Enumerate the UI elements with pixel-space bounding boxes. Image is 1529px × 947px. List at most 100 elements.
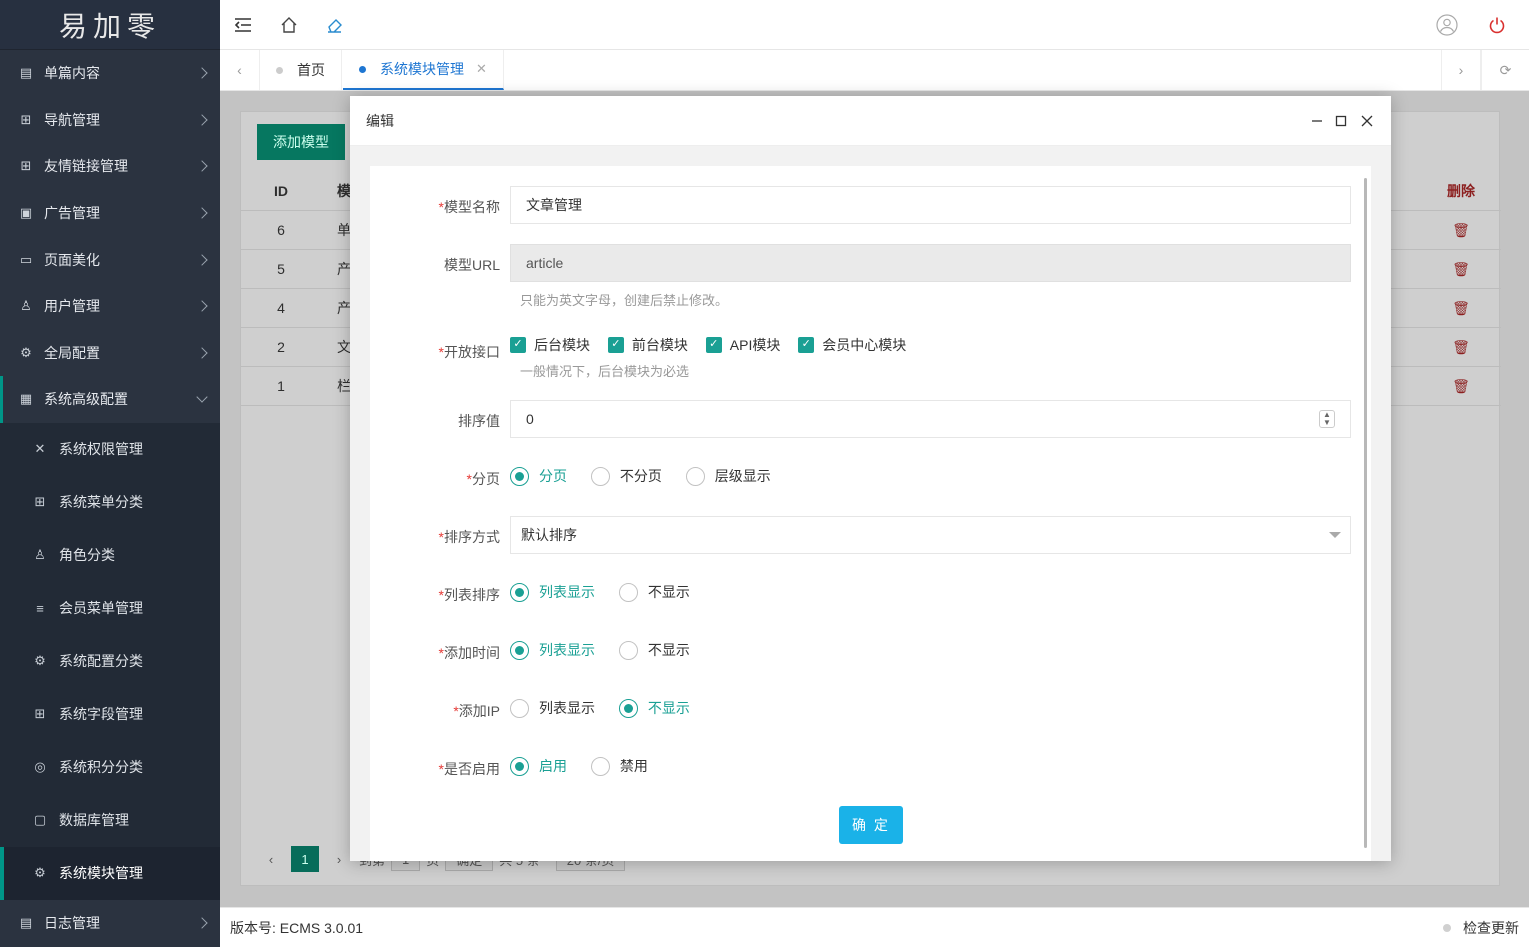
checkbox-backend-module[interactable]: ✓ 后台模块 xyxy=(510,335,590,355)
field-label: *列表排序 xyxy=(438,587,500,603)
field-label: *添加时间 xyxy=(438,645,500,661)
modal-body: *模型名称 文章管理 模型URL article 只能为英文字母，创建后禁止修改… xyxy=(350,146,1391,861)
eraser-icon[interactable] xyxy=(324,14,346,36)
sidebar-item-links[interactable]: ⊞ 友情链接管理 xyxy=(0,143,220,190)
radio-hierarchy[interactable]: 层级显示 xyxy=(685,466,771,486)
sidebar-item-label: 友情链接管理 xyxy=(44,158,128,175)
maximize-icon[interactable] xyxy=(1332,112,1350,130)
order-method-select[interactable]: 默认排序 xyxy=(510,516,1351,554)
sidebar-sub-modules[interactable]: ⚙ 系统模块管理 xyxy=(0,846,220,900)
sidebar-item-single-content[interactable]: ▤ 单篇内容 xyxy=(0,50,220,97)
sidebar-sub-permissions[interactable]: ✕ 系统权限管理 xyxy=(0,423,220,476)
sidebar-sub-label: 系统模块管理 xyxy=(59,865,143,882)
close-icon[interactable]: ✕ xyxy=(476,61,487,77)
sidebar-item-ads[interactable]: ▣ 广告管理 xyxy=(0,190,220,237)
trash-icon[interactable]: 🗑 xyxy=(1421,300,1501,317)
trash-icon[interactable]: 🗑 xyxy=(1421,222,1501,239)
stepper-icon[interactable]: ▲ ▼ xyxy=(1319,410,1335,428)
document-icon: ▤ xyxy=(19,65,33,81)
sidebar-sub-database[interactable]: ▢ 数据库管理 xyxy=(0,794,220,847)
tab-dot xyxy=(359,65,366,73)
sidebar-sub-config-category[interactable]: ⚙ 系统配置分类 xyxy=(0,635,220,688)
checkbox-api-module[interactable]: ✓ API模块 xyxy=(705,335,780,355)
field-label: 模型URL xyxy=(443,257,500,273)
tab-next-icon[interactable]: › xyxy=(1441,50,1481,90)
radio-no-paging[interactable]: 不分页 xyxy=(590,466,662,486)
close-icon[interactable] xyxy=(1358,112,1376,130)
chevron-right-icon xyxy=(196,254,208,266)
power-icon[interactable] xyxy=(1486,14,1508,36)
radio-list-sort-show[interactable]: 列表显示 xyxy=(510,582,595,602)
radio-list-sort-hide[interactable]: 不显示 xyxy=(618,582,690,602)
sidebar-sub-label: 会员菜单管理 xyxy=(59,600,143,617)
layout-icon: ▭ xyxy=(19,251,33,267)
menu-toggle-icon[interactable] xyxy=(232,14,254,36)
sidebar-nav: ▤ 单篇内容 ⊞ 导航管理 ⊞ 友情链接管理 ▣ 广告管理 ▭ 页面美化 ♙ 用户管理 ⚙ 全… xyxy=(0,50,220,423)
radio-enable[interactable]: 启用 xyxy=(510,756,567,776)
chevron-right-icon xyxy=(196,917,208,929)
field-label: *分页 xyxy=(466,471,500,487)
page-next-icon[interactable]: › xyxy=(325,846,353,872)
gear-icon: ⚙ xyxy=(34,653,46,669)
chevron-right-icon xyxy=(196,160,208,173)
status-dot xyxy=(1443,923,1451,932)
cell-id: 1 xyxy=(277,378,285,394)
confirm-button[interactable]: 确 定 xyxy=(839,806,903,844)
check-update-link[interactable]: 检查更新 xyxy=(1443,918,1519,938)
trash-icon[interactable]: 🗑 xyxy=(1421,378,1501,395)
radio-add-time-hide[interactable]: 不显示 xyxy=(618,640,690,660)
radio-paging[interactable]: 分页 xyxy=(510,466,567,486)
checkbox-member-module[interactable]: ✓ 会员中心模块 xyxy=(798,335,906,355)
page-current[interactable]: 1 xyxy=(291,846,319,872)
sidebar-item-global-config[interactable]: ⚙ 全局配置 xyxy=(0,330,220,377)
tab-home[interactable]: 首页 xyxy=(260,50,342,90)
trash-icon[interactable]: 🗑 xyxy=(1421,261,1501,278)
radio-add-time-show[interactable]: 列表显示 xyxy=(510,640,595,660)
radio-add-ip-show[interactable]: 列表显示 xyxy=(510,698,595,718)
chevron-down-icon xyxy=(196,391,208,404)
chevron-right-icon xyxy=(196,347,208,359)
sidebar-item-label: 全局配置 xyxy=(44,344,100,361)
sidebar-sub-roles[interactable]: ♙ 角色分类 xyxy=(0,529,220,582)
page-prev-icon[interactable]: ‹ xyxy=(257,846,285,872)
sidebar-sub-points[interactable]: ◎ 系统积分分类 xyxy=(0,741,220,794)
sidebar-item-logs[interactable]: ▤ 日志管理 xyxy=(0,900,220,947)
app-root: 易加零 ▤ 单篇内容 ⊞ 导航管理 ⊞ 友情链接管理 ▣ 广告管理 ▭ 页面美化 ♙ 用户管… xyxy=(0,0,1529,947)
trash-icon[interactable]: 🗑 xyxy=(1421,339,1501,356)
tab-module-management[interactable]: 系统模块管理 ✕ xyxy=(343,50,504,90)
user-icon: ♙ xyxy=(20,298,32,314)
sidebar-sub-fields[interactable]: ⊞ 系统字段管理 xyxy=(0,688,220,741)
cell-id: 2 xyxy=(277,339,285,355)
add-model-button[interactable]: 添加模型 xyxy=(257,124,345,160)
sidebar-sub-menu-category[interactable]: ⊞ 系统菜单分类 xyxy=(0,476,220,529)
model-url-input: article xyxy=(510,244,1351,282)
chevron-right-icon xyxy=(196,67,208,79)
col-delete-header: 删除 xyxy=(1447,183,1475,199)
chevron-down-icon xyxy=(1329,532,1341,538)
model-name-input[interactable]: 文章管理 xyxy=(510,186,1351,224)
tab-prev-icon[interactable]: ‹ xyxy=(220,50,260,90)
sidebar-item-advanced-config[interactable]: ▦ 系统高级配置 xyxy=(0,376,220,423)
check-icon: ✓ xyxy=(705,336,722,353)
radio-disable[interactable]: 禁用 xyxy=(590,756,648,776)
refresh-icon[interactable]: ⟳ xyxy=(1481,50,1529,90)
radio-add-ip-hide[interactable]: 不显示 xyxy=(618,698,690,718)
sidebar-item-beautify[interactable]: ▭ 页面美化 xyxy=(0,236,220,283)
user-avatar-icon[interactable] xyxy=(1436,14,1458,36)
sidebar-item-label: 系统高级配置 xyxy=(44,391,128,408)
sidebar-item-nav[interactable]: ⊞ 导航管理 xyxy=(0,97,220,144)
grid-icon: ⊞ xyxy=(34,706,46,722)
sidebar-submenu: ✕ 系统权限管理 ⊞ 系统菜单分类 ♙ 角色分类 ≡ 会员菜单管理 ⚙ 系统配置分类 ⊞ 系… xyxy=(0,422,220,900)
modal-header: 编辑 xyxy=(350,96,1391,146)
tools-icon: ✕ xyxy=(34,441,46,457)
minimize-icon[interactable] xyxy=(1308,112,1326,130)
sidebar-sub-member-menu[interactable]: ≡ 会员菜单管理 xyxy=(0,582,220,635)
sort-value-input[interactable]: 0 xyxy=(510,400,1351,438)
grid-icon: ⊞ xyxy=(34,494,46,510)
sidebar-item-users[interactable]: ♙ 用户管理 xyxy=(0,283,220,330)
log-icon: ▤ xyxy=(19,915,33,931)
checkbox-frontend-module[interactable]: ✓ 前台模块 xyxy=(607,335,688,355)
home-icon[interactable] xyxy=(278,14,300,36)
model-url-hint: 只能为英文字母，创建后禁止修改。 xyxy=(520,293,729,308)
scrollbar[interactable] xyxy=(1364,178,1367,848)
